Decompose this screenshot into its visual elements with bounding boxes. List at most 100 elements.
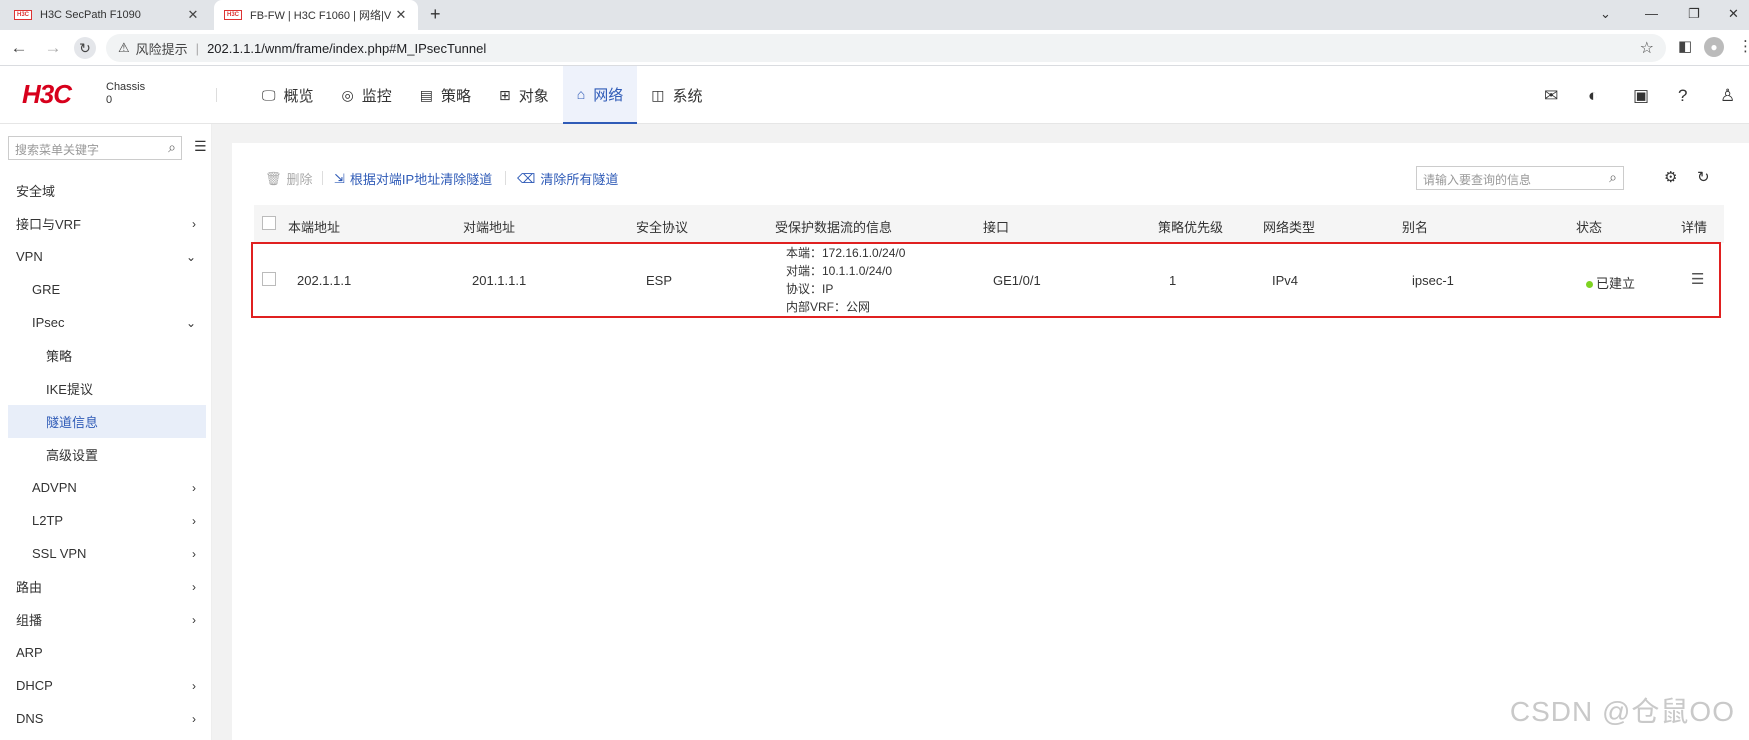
grid-icon: ⊞ (499, 86, 511, 103)
close-icon[interactable]: ✕ (1728, 6, 1739, 22)
delete-button[interactable]: 🗑 删除 (265, 169, 313, 188)
sidebar-item[interactable]: 高级设置 (8, 438, 206, 471)
detail-list-icon[interactable]: ☰ (1691, 270, 1704, 288)
more-icon[interactable]: ⋮ (1738, 37, 1749, 55)
sidebar-item[interactable]: 接口与VRF › (8, 207, 206, 240)
chevron-right-icon: › (192, 513, 196, 528)
monitor-icon: 🖵 (262, 86, 276, 103)
menu-network[interactable]: ⌂ 网络 (562, 66, 638, 124)
sidebar-item-label: IKE提议 (46, 382, 93, 397)
sidebar-item[interactable]: 安全域 (8, 174, 206, 207)
tab-title: FB-FW | H3C F1060 | 网络|V (250, 10, 392, 22)
settings-gear-icon[interactable]: ⚙ (1664, 168, 1677, 186)
tab-close-icon[interactable]: ✕ (186, 7, 200, 23)
h3c-favicon-icon: H3C (14, 10, 32, 20)
cell-local-address: 202.1.1.1 (297, 273, 352, 288)
restore-icon[interactable]: ❐ (1688, 6, 1700, 22)
h3c-favicon-icon: H3C (224, 10, 242, 20)
warning-icon[interactable]: ⚠ (118, 40, 130, 56)
clear-by-peer-button[interactable]: ⇲ 根据对端IP地址清除隧道 (334, 169, 492, 188)
menu-overview[interactable]: 🖵 概览 (248, 66, 328, 124)
sidebar-item[interactable]: 隧道信息 (8, 405, 206, 438)
menu-object[interactable]: ⊞ 对象 (485, 66, 563, 124)
sidebar-item-label: 策略 (46, 349, 73, 364)
sidebar-item-label: DHCP (16, 678, 53, 693)
select-all-checkbox[interactable] (262, 216, 276, 230)
chevron-right-icon: › (192, 612, 196, 627)
row-checkbox[interactable] (262, 272, 276, 286)
star-icon[interactable]: ☆ (1640, 38, 1654, 58)
col-protected-flow[interactable]: 受保护数据流的信息 (775, 217, 892, 236)
user-icon[interactable]: ♙ (1720, 86, 1735, 106)
sidebar-item[interactable]: SSL VPN › (8, 537, 206, 570)
table-search-input[interactable]: 请输入要查询的信息 ⌕ (1416, 166, 1624, 190)
chevron-right-icon: › (192, 678, 196, 693)
sidebar-item[interactable]: ADVPN › (8, 471, 206, 504)
chevron-down-icon[interactable]: ⌄ (1600, 6, 1611, 22)
back-icon[interactable]: ← (8, 37, 30, 59)
clear-all-label: 清除所有隧道 (540, 172, 619, 187)
menu-policy[interactable]: ▤ 策略 (406, 66, 485, 124)
browser-tabstrip: H3C H3C SecPath F1090 ✕ H3C FB-FW | H3C … (0, 0, 1749, 30)
search-icon[interactable]: ⌕ (168, 139, 176, 156)
menu-system[interactable]: ◫ 系统 (637, 66, 716, 124)
browser-tab-2[interactable]: H3C FB-FW | H3C F1060 | 网络|V ✕ (214, 0, 418, 30)
sidebar-item[interactable]: DHCP › (8, 669, 206, 702)
sidebar-item[interactable]: IKE提议 (8, 372, 206, 405)
col-interface[interactable]: 接口 (983, 217, 1009, 236)
sidepanel-icon[interactable]: ◧ (1678, 37, 1692, 55)
col-policy-priority[interactable]: 策略优先级 (1158, 217, 1223, 236)
chassis-label: Chassis (106, 81, 146, 93)
url-text[interactable]: 202.1.1.1/wnm/frame/index.php#M_IPsecTun… (207, 41, 486, 56)
sidebar-item[interactable]: 路由 › (8, 570, 206, 603)
sidebar-item[interactable]: ARP (8, 636, 206, 669)
help-icon[interactable]: ? (1678, 86, 1687, 106)
menu-monitor[interactable]: ◎ 监控 (328, 66, 406, 124)
col-detail[interactable]: 详情 (1681, 217, 1707, 236)
mail-icon[interactable]: ✉ (1544, 86, 1558, 106)
sidebar-item[interactable]: VPN ⌄ (8, 240, 206, 273)
cell-security-protocol: ESP (646, 273, 673, 288)
col-local-address[interactable]: 本端地址 (288, 217, 340, 236)
col-alias[interactable]: 别名 (1402, 217, 1428, 236)
col-peer-address[interactable]: 对端地址 (463, 217, 515, 236)
browser-tab-1[interactable]: H3C H3C SecPath F1090 ✕ (4, 0, 210, 30)
status-label: 已建立 (1596, 276, 1636, 291)
new-tab-button[interactable]: + (430, 4, 441, 25)
clear-by-peer-label: 根据对端IP地址清除隧道 (349, 172, 493, 187)
menu-search-input[interactable]: 搜索菜单关键字 ⌕ (8, 136, 182, 160)
clear-tunnel-icon: ⇲ (334, 170, 345, 186)
sidebar-item[interactable]: DNS › (8, 702, 206, 735)
sidebar-item[interactable]: 组播 › (8, 603, 206, 636)
watermark: CSDN @仓鼠OO (1509, 696, 1735, 727)
reload-icon[interactable]: ↻ (74, 37, 96, 59)
sidebar-item[interactable]: IPsec ⌄ (8, 306, 206, 339)
cell-alias: ipsec-1 (1412, 273, 1454, 288)
sidebar-item-label: SSL VPN (32, 546, 87, 561)
flow-local: 本端：172.16.1.0/24/0 (786, 246, 906, 260)
tab-close-icon[interactable]: ✕ (394, 7, 408, 23)
chassis-value: 0 (106, 94, 113, 106)
cell-network-type: IPv4 (1272, 273, 1299, 288)
minimize-icon[interactable]: — (1645, 6, 1658, 21)
chevron-right-icon: › (192, 216, 196, 231)
sidebar-item-label: 高级设置 (46, 448, 99, 463)
refresh-icon[interactable]: ↻ (1697, 168, 1710, 186)
table-row[interactable]: 202.1.1.1 201.1.1.1 ESP 本端：172.16.1.0/24… (251, 242, 1721, 318)
search-icon[interactable]: ⌕ (1609, 169, 1617, 186)
collapse-menu-icon[interactable]: ☰ (194, 138, 207, 155)
menu-label: 监控 (361, 87, 392, 105)
sidebar-item[interactable]: 策略 (8, 339, 206, 372)
col-status[interactable]: 状态 (1576, 217, 1602, 236)
sidebar-item[interactable]: GRE (8, 273, 206, 306)
save-icon[interactable]: ▣ (1633, 86, 1649, 106)
omnibox[interactable]: ⚠ 风险提示 | 202.1.1.1/wnm/frame/index.php#M… (106, 34, 1666, 62)
profile-icon[interactable]: ● (1704, 37, 1724, 57)
palette-icon[interactable]: ◐ (1588, 86, 1598, 106)
forward-icon[interactable]: → (42, 37, 64, 59)
clear-all-button[interactable]: ⌫ 清除所有隧道 (517, 169, 618, 188)
col-network-type[interactable]: 网络类型 (1263, 217, 1315, 236)
sidebar-item[interactable]: L2TP › (8, 504, 206, 537)
col-security-protocol[interactable]: 安全协议 (636, 217, 688, 236)
address-bar: ← → ↻ ⚠ 风险提示 | 202.1.1.1/wnm/frame/index… (0, 30, 1749, 66)
